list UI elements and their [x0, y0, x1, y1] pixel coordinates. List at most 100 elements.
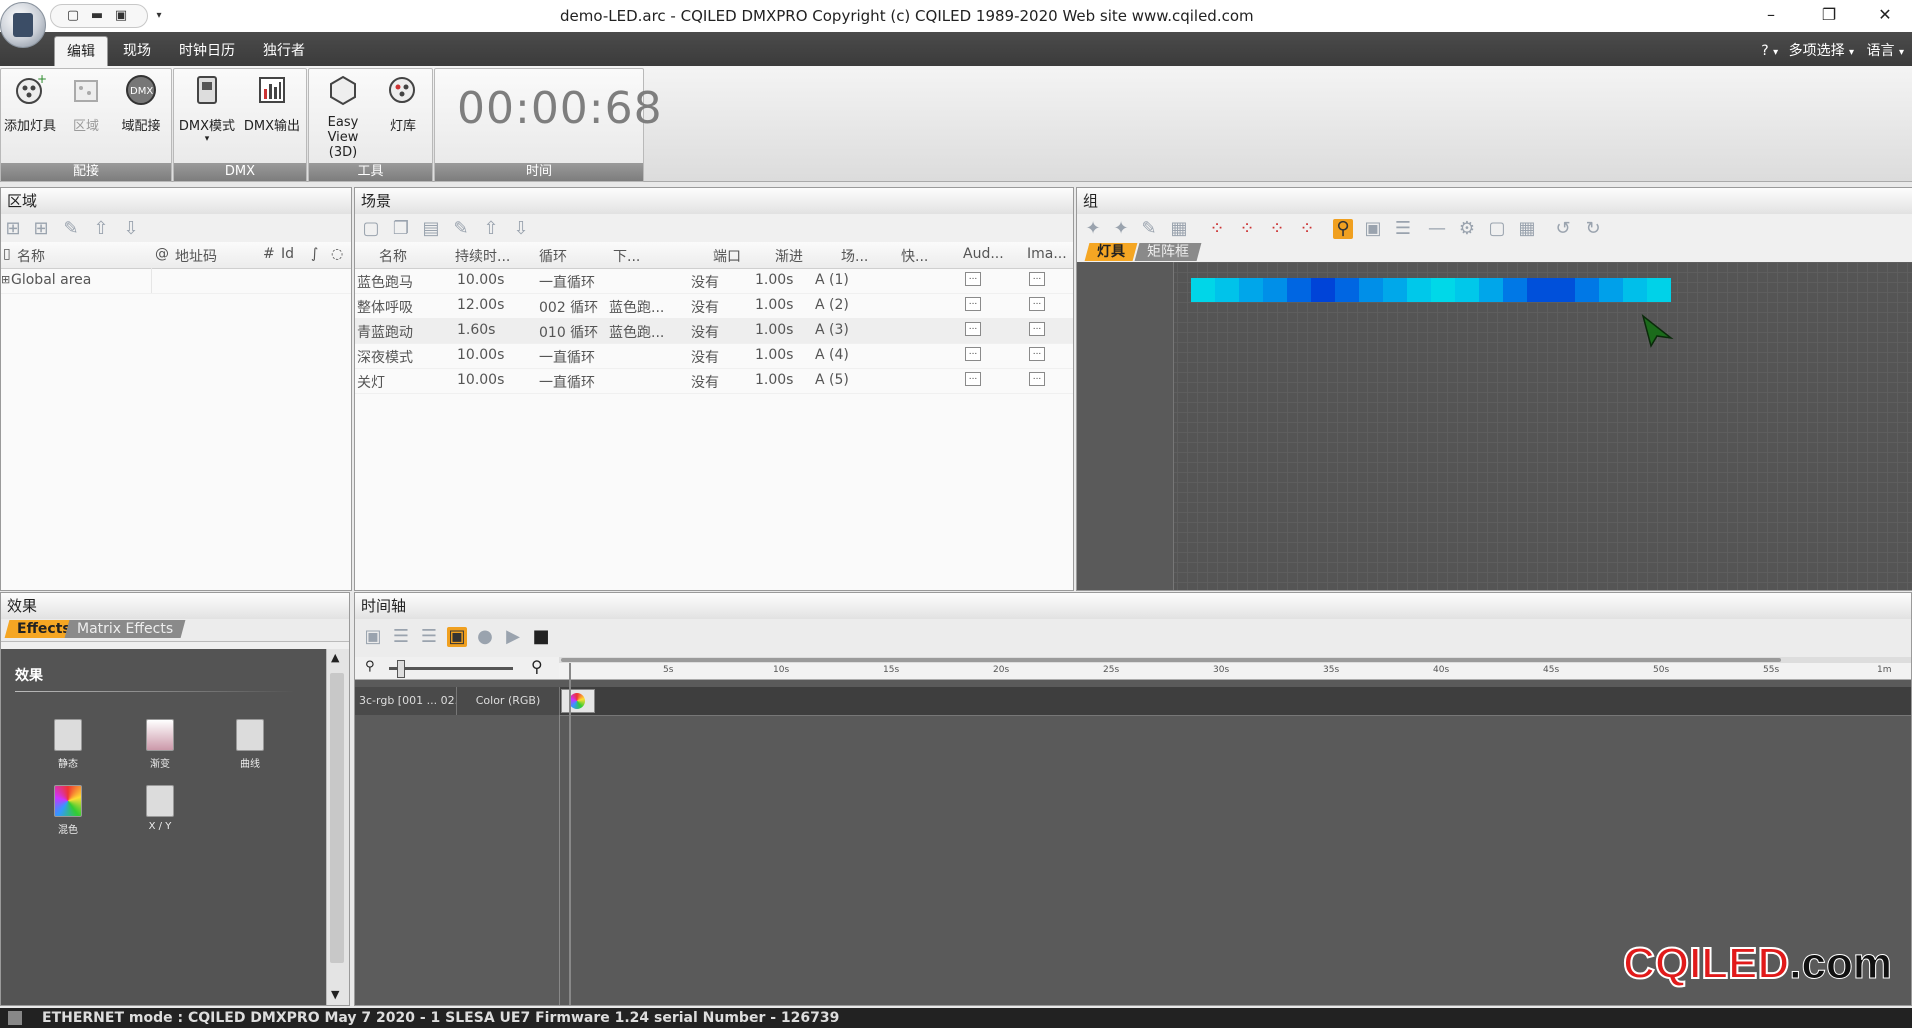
image-ellipsis-button[interactable]: ... — [1029, 347, 1045, 361]
add-fixture-button[interactable]: + 添加灯具 — [1, 72, 59, 134]
scroll-thumb[interactable] — [330, 673, 344, 963]
timeline-list-alt-icon[interactable]: ☰ — [419, 627, 439, 647]
move-up-icon[interactable]: ⇧ — [91, 219, 111, 239]
col-next[interactable]: 下... — [613, 246, 640, 266]
tab-matrix-effects[interactable]: Matrix Effects — [64, 620, 186, 638]
playhead[interactable] — [569, 663, 571, 1005]
audio-ellipsis-button[interactable]: ... — [965, 347, 981, 361]
effect-color-mix[interactable]: 混色 — [33, 785, 103, 836]
led-cell[interactable] — [1263, 278, 1287, 302]
fixture-select-icon[interactable]: ✦ — [1083, 219, 1103, 239]
multi-select-button[interactable]: 多项选择 — [1789, 43, 1845, 59]
domain-patch-button[interactable]: DMX 域配接 — [113, 73, 169, 134]
led-cell[interactable] — [1431, 278, 1455, 302]
customize-qat-icon[interactable]: ▾ — [151, 8, 167, 24]
audio-ellipsis-button[interactable]: ... — [965, 297, 981, 311]
minimize-button[interactable]: – — [1742, 0, 1800, 30]
open-folder-icon[interactable]: ▬ — [89, 8, 105, 24]
col-audio[interactable]: Aud... — [963, 246, 1004, 262]
effect-curve[interactable]: 曲线 — [215, 719, 285, 770]
help-button[interactable]: ? — [1761, 43, 1768, 59]
grid-select-1-icon[interactable]: ⁘ — [1207, 219, 1227, 239]
save-icon[interactable]: ▣ — [113, 8, 129, 24]
copy-scene-icon[interactable]: ❐ — [391, 219, 411, 239]
effect-gradient[interactable]: 渐变 — [125, 719, 195, 770]
led-cell[interactable] — [1191, 278, 1215, 302]
new-scene-icon[interactable]: ▢ — [361, 219, 381, 239]
audio-ellipsis-button[interactable]: ... — [965, 322, 981, 336]
image-ellipsis-button[interactable]: ... — [1029, 272, 1045, 286]
time-ruler[interactable]: 5s 10s 15s 20s 25s 30s 35s 40s 45s 50s 5… — [559, 663, 1911, 680]
move-down-icon[interactable]: ⇩ — [121, 219, 141, 239]
zoom-out-icon[interactable]: ⚲ — [365, 659, 375, 674]
zone-button[interactable]: 区域 — [61, 73, 111, 134]
language-button[interactable]: 语言 — [1867, 43, 1895, 59]
tab-clock-calendar[interactable]: 时钟日历 — [172, 36, 242, 66]
dmx-mode-button[interactable]: DMX模式 ▾ — [176, 73, 238, 144]
led-cell[interactable] — [1503, 278, 1527, 302]
record-icon[interactable]: ● — [475, 627, 495, 647]
stop-icon[interactable]: ■ — [531, 627, 551, 647]
fixture-library-button[interactable]: 灯库 — [377, 73, 429, 134]
effect-xy[interactable]: X / Y — [125, 785, 195, 832]
zoom-slider-thumb[interactable] — [397, 660, 405, 678]
scene-row[interactable]: 蓝色跑马 10.00s 一直循环 没有 1.00s A (1) ... ... — [355, 268, 1073, 294]
timeline-track[interactable]: 3c-rgb [001 ... 02... Color (RGB) — [355, 687, 1911, 716]
move-down-icon[interactable]: ⇩ — [511, 219, 531, 239]
lock-icon[interactable]: ▣ — [1363, 219, 1383, 239]
play-icon[interactable]: ▶ — [503, 627, 523, 647]
settings-icon[interactable]: ⚙ — [1457, 219, 1477, 239]
close-button[interactable]: ✕ — [1856, 0, 1912, 30]
scene-row[interactable]: 深夜模式 10.00s 一直循环 没有 1.00s A (4) ... ... — [355, 343, 1073, 369]
tab-standalone[interactable]: 独行者 — [254, 36, 314, 66]
timeline-scroll-thumb[interactable] — [561, 658, 1781, 662]
scroll-up-icon[interactable]: ▲ — [331, 651, 339, 664]
matrix-icon[interactable]: ▦ — [1169, 219, 1189, 239]
led-cell[interactable] — [1575, 278, 1599, 302]
image-ellipsis-button[interactable]: ... — [1029, 372, 1045, 386]
redo-icon[interactable]: ↻ — [1583, 219, 1603, 239]
grid-icon[interactable]: ▦ — [1517, 219, 1537, 239]
tab-live[interactable]: 现场 — [112, 36, 162, 66]
restore-button[interactable]: ❐ — [1800, 0, 1858, 30]
led-cell[interactable] — [1239, 278, 1263, 302]
led-cell[interactable] — [1647, 278, 1671, 302]
led-cell[interactable] — [1383, 278, 1407, 302]
timeline-fixture-icon[interactable]: ▣ — [363, 627, 383, 647]
record-mode-icon[interactable]: ▣ — [447, 627, 467, 647]
add-zone-icon[interactable]: ⊞ — [3, 219, 23, 239]
keyframe-block[interactable] — [561, 689, 595, 713]
led-cell[interactable] — [1551, 278, 1575, 302]
col-image[interactable]: Ima... — [1027, 246, 1067, 262]
led-cell[interactable] — [1407, 278, 1431, 302]
easy-view-3d-button[interactable]: Easy View (3D) — [311, 73, 375, 160]
edit-scene-icon[interactable]: ✎ — [451, 219, 471, 239]
zoom-in-icon[interactable]: ⚲ — [531, 657, 543, 676]
col-field[interactable]: 场... — [841, 246, 868, 266]
fixture-add-icon[interactable]: ✦ — [1111, 219, 1131, 239]
audio-ellipsis-button[interactable]: ... — [965, 372, 981, 386]
scene-row[interactable]: 整体呼吸 12.00s 002 循环 蓝色跑... 没有 1.00s A (2)… — [355, 293, 1073, 319]
led-cell[interactable] — [1287, 278, 1311, 302]
timeline-list-icon[interactable]: ☰ — [391, 627, 411, 647]
image-ellipsis-button[interactable]: ... — [1029, 297, 1045, 311]
align-icon[interactable]: ☰ — [1393, 219, 1413, 239]
col-name[interactable]: 名称 — [379, 246, 407, 266]
led-cell[interactable] — [1623, 278, 1647, 302]
add-subzone-icon[interactable]: ⊞ — [31, 219, 51, 239]
edit-icon[interactable]: ✎ — [61, 219, 81, 239]
line-icon[interactable]: — — [1427, 219, 1447, 239]
effect-static[interactable]: 静态 — [33, 719, 103, 770]
image-ellipsis-button[interactable]: ... — [1029, 322, 1045, 336]
expand-icon[interactable]: ⊞ — [1, 273, 10, 286]
col-fade[interactable]: 渐进 — [775, 246, 803, 266]
effects-scrollbar[interactable]: ▲ ▼ — [326, 649, 349, 1005]
led-cell[interactable] — [1599, 278, 1623, 302]
col-fast[interactable]: 快... — [901, 246, 928, 266]
col-id[interactable]: Id — [281, 246, 294, 262]
frame-icon[interactable]: ▢ — [1487, 219, 1507, 239]
col-loop[interactable]: 循环 — [539, 246, 567, 266]
tab-fixtures[interactable]: 灯具 — [1084, 243, 1138, 261]
col-port[interactable]: 端口 — [713, 246, 741, 266]
scene-row-selected[interactable]: 青蓝跑动 1.60s 010 循环 蓝色跑... 没有 1.00s A (3) … — [355, 318, 1073, 344]
